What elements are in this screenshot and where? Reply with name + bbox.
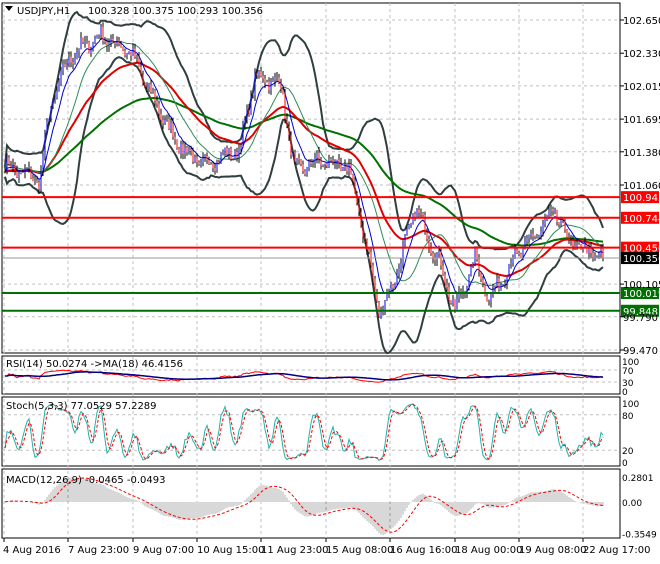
rsi-ma-line <box>5 371 603 381</box>
ohlc-readout: 100.328 100.375 100.293 100.356 <box>88 6 263 17</box>
time-label: 9 Aug 07:00 <box>133 545 194 556</box>
price-panel[interactable] <box>4 10 604 355</box>
price-label: 99.470 <box>623 346 658 357</box>
collapse-triangle-icon[interactable] <box>5 6 13 11</box>
time-label: 11 Aug 23:00 <box>261 545 328 556</box>
macd-panel[interactable] <box>4 477 604 535</box>
rsi-label: RSI(14) 50.0274 ->MA(18) 46.4156 <box>6 359 183 370</box>
rsi-tick: 70 <box>622 367 634 377</box>
forex-chart[interactable]: 100.943100.744100.456100.356100.01999.84… <box>0 0 660 560</box>
macd-tick: -0.3549 <box>622 531 657 541</box>
stoch-tick: 20 <box>622 447 634 457</box>
time-label: 7 Aug 23:00 <box>68 545 129 556</box>
symbol-title: USDJPY,H1 <box>17 6 70 17</box>
price-label: 102.650 <box>623 16 660 27</box>
price-label: 101.380 <box>623 148 660 159</box>
stoch-main-line <box>4 403 604 461</box>
stoch-tick: 80 <box>622 412 634 422</box>
price-label: 100.105 <box>623 280 660 291</box>
time-label: 4 Aug 2016 <box>3 545 61 556</box>
rsi-panel[interactable] <box>2 369 620 383</box>
stoch-label: Stoch(5,3,3) 77.0529 57.2289 <box>6 401 157 412</box>
time-label: 16 Aug 16:00 <box>390 545 457 556</box>
time-label: 18 Aug 00:00 <box>455 545 522 556</box>
level-label: 100.744 <box>623 214 660 225</box>
bollinger-lower <box>4 56 604 355</box>
macd-tick: 0.00 <box>622 499 642 509</box>
price-label: 102.015 <box>623 82 660 93</box>
level-label: 100.356 <box>623 254 660 265</box>
time-label: 10 Aug 15:00 <box>197 545 264 556</box>
price-label: 99.790 <box>623 313 658 324</box>
bollinger-upper <box>4 10 604 251</box>
level-label: 100.943 <box>623 193 660 204</box>
time-label: 15 Aug 08:00 <box>326 545 393 556</box>
ma-fast-line <box>4 40 604 287</box>
stoch-tick: 100 <box>622 400 639 410</box>
price-label: 102.330 <box>623 49 660 60</box>
rsi-tick: 0 <box>622 388 628 398</box>
price-label: 101.060 <box>623 181 660 192</box>
time-label: 22 Aug 17:00 <box>583 545 650 556</box>
macd-tick: 0.2801 <box>622 474 654 484</box>
stoch-tick: 0 <box>622 459 628 469</box>
macd-label: MACD(12,26,9) -0.0465 -0.0493 <box>6 475 166 486</box>
time-label: 19 Aug 08:00 <box>519 545 586 556</box>
price-label: 101.695 <box>623 115 660 126</box>
grid <box>2 3 620 538</box>
stoch-panel[interactable] <box>2 403 620 461</box>
